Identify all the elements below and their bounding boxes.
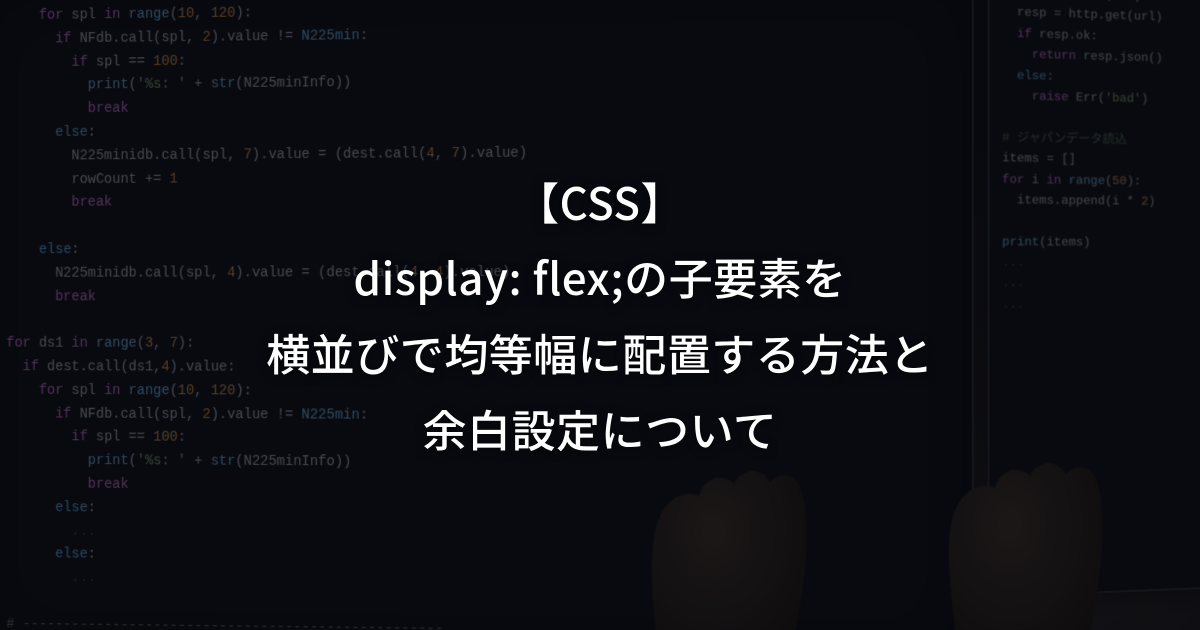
title-line-1: 【CSS】 bbox=[266, 164, 934, 240]
title-line-3: 横並びで均等幅に配置する方法と bbox=[266, 315, 934, 391]
title-container: 【CSS】 display: flex;の子要素を 横並びで均等幅に配置する方法… bbox=[0, 0, 1200, 630]
title-line-4: 余白設定について bbox=[266, 391, 934, 467]
title-line-2: display: flex;の子要素を bbox=[266, 239, 934, 315]
article-title: 【CSS】 display: flex;の子要素を 横並びで均等幅に配置する方法… bbox=[266, 164, 934, 467]
